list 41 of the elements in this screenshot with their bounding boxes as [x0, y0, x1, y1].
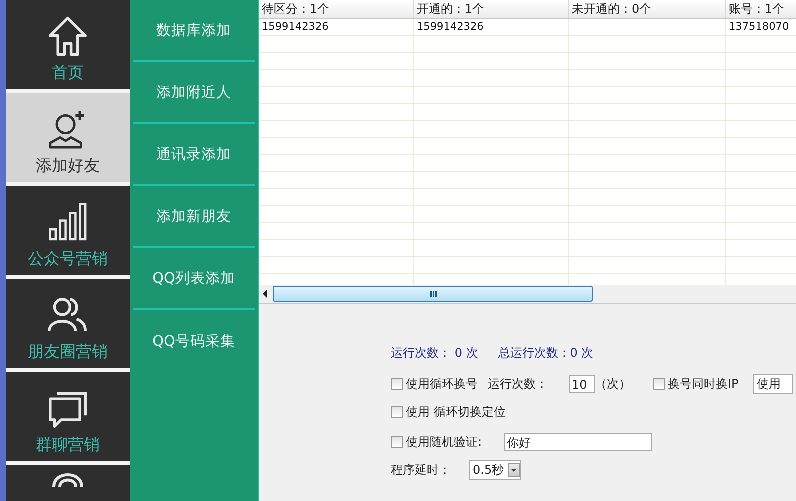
table-cell: 137518070: [726, 19, 796, 35]
delay-label: 程序延时：: [391, 462, 451, 478]
unit-label: （次）: [595, 376, 631, 392]
delay-value: 0.5秒: [473, 462, 504, 478]
checkbox-box[interactable]: [391, 406, 403, 418]
scrollbar-thumb[interactable]: [273, 286, 593, 302]
nav-label: 群聊营销: [36, 435, 100, 455]
scroll-left-icon[interactable]: [263, 290, 267, 298]
run-count-text: 总运行次数：0 次: [498, 344, 594, 362]
nav-label: 朋友圈营销: [28, 342, 108, 362]
count-label: 运行次数：: [488, 376, 548, 392]
verify-text-field[interactable]: 你好: [504, 433, 652, 451]
nav-item[interactable]: 公众号营销: [6, 186, 130, 275]
table-cell: 1599142326: [414, 19, 569, 35]
checkbox-box[interactable]: [653, 378, 665, 390]
checkbox[interactable]: 使用随机验证:: [391, 434, 482, 450]
nav-label: 首页: [52, 63, 84, 83]
checkbox-label: 使用随机验证:: [406, 434, 482, 450]
run-count-text: 运行次数： 0 次: [391, 344, 478, 362]
nav-label: 公众号营销: [28, 249, 108, 269]
checkbox-label: 使用循环换号: [406, 376, 478, 392]
ip-dropdown[interactable]: 使用: [752, 374, 793, 394]
checkbox[interactable]: 换号同时换IP: [653, 376, 739, 392]
nav-label: 添加好友: [36, 156, 100, 176]
column-header[interactable]: 待区分：1个: [259, 0, 414, 18]
table-cell: 1599142326: [259, 19, 414, 35]
checkbox-box[interactable]: [391, 436, 403, 448]
column-header[interactable]: 未开通的：0个: [569, 0, 726, 18]
column-header[interactable]: 账号：1个: [726, 0, 796, 18]
count-field[interactable]: 10: [569, 375, 595, 393]
nav-item[interactable]: 朋友圈营销: [6, 279, 130, 368]
column-header[interactable]: 开通的：1个: [414, 0, 569, 18]
nav-item[interactable]: 添加好友: [6, 93, 130, 182]
nav-item[interactable]: 首页: [6, 0, 130, 89]
checkbox[interactable]: 使用循环换号: [391, 376, 478, 392]
home-icon: [46, 15, 90, 59]
nav-item[interactable]: 群聊营销: [6, 372, 130, 461]
arc-icon: [52, 473, 84, 489]
checkbox-box[interactable]: [391, 378, 403, 390]
delay-dropdown[interactable]: 0.5秒: [469, 460, 522, 480]
checkbox-label: 换号同时换IP: [668, 376, 739, 392]
